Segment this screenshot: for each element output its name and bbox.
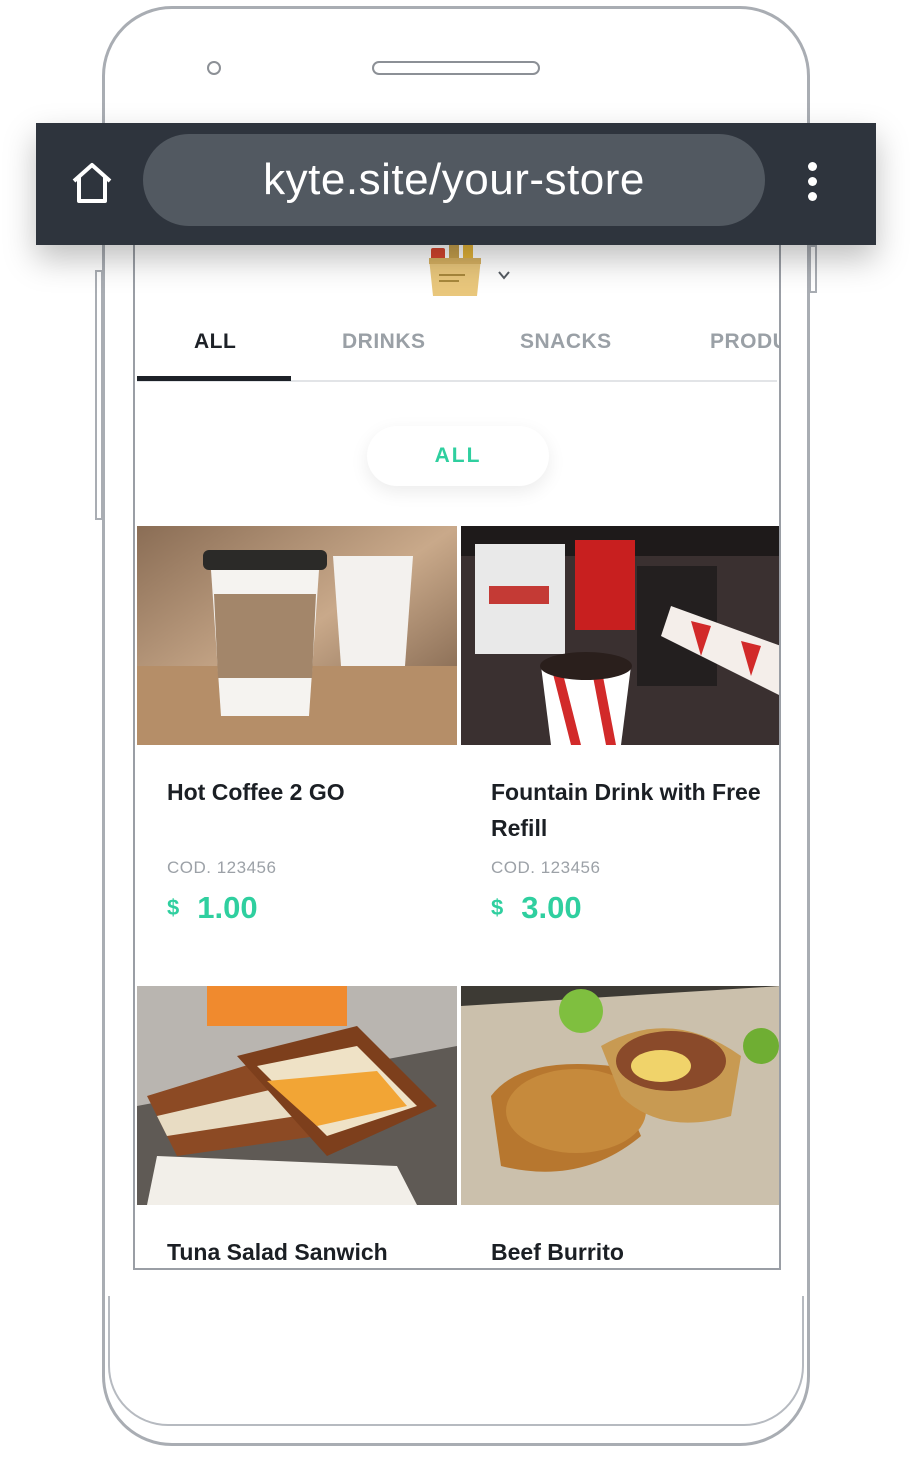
phone-speaker: [372, 61, 540, 75]
url-field[interactable]: kyte.site/your-store: [143, 134, 765, 226]
phone-side-button-right: [809, 245, 817, 293]
product-image-fountain-drink: [461, 526, 779, 745]
tab-drinks[interactable]: DRINKS: [342, 330, 426, 354]
price-amount: 1.00: [197, 890, 258, 925]
tab-snacks[interactable]: SNACKS: [520, 330, 612, 354]
category-tabs: ALL DRINKS SNACKS PRODU: [137, 300, 779, 382]
product-card[interactable]: Tuna Salad Sanwich: [137, 986, 457, 1268]
currency-symbol: $: [167, 895, 180, 920]
product-price: $1.00: [167, 890, 258, 926]
more-vertical-icon[interactable]: [802, 159, 822, 207]
product-image-beef-burrito: [461, 986, 779, 1205]
product-name: Hot Coffee 2 GO: [167, 779, 345, 805]
phone-bottom-bezel: [108, 1296, 804, 1426]
category-filter-chip[interactable]: ALL: [367, 426, 549, 486]
phone-side-button-left: [95, 270, 103, 520]
store-logo[interactable]: [427, 240, 497, 298]
product-image-coffee: [137, 526, 457, 745]
product-card[interactable]: Fountain Drink with Free Refill COD. 123…: [461, 526, 779, 966]
product-name: Fountain Drink with Free Refill: [491, 779, 761, 841]
browser-address-bar: kyte.site/your-store: [36, 123, 876, 245]
home-icon[interactable]: [68, 159, 116, 207]
product-code: COD. 123456: [167, 858, 277, 877]
grocery-bag-icon: [429, 242, 481, 296]
product-name: Tuna Salad Sanwich: [167, 1239, 388, 1265]
product-card[interactable]: Beef Burrito: [461, 986, 779, 1268]
chevron-down-icon[interactable]: [497, 268, 511, 282]
product-name: Beef Burrito: [491, 1239, 624, 1265]
currency-symbol: $: [491, 895, 504, 920]
product-price: $3.00: [491, 890, 582, 926]
product-code: COD. 123456: [491, 858, 601, 877]
price-amount: 3.00: [521, 890, 582, 925]
active-tab-indicator: [137, 376, 291, 381]
store-screen: ALL DRINKS SNACKS PRODU ALL Hot Coffee 2…: [133, 240, 781, 1270]
tab-products[interactable]: PRODU: [710, 330, 779, 354]
front-camera: [207, 61, 221, 75]
tab-all[interactable]: ALL: [194, 330, 236, 354]
product-card[interactable]: Hot Coffee 2 GO COD. 123456 $1.00: [137, 526, 457, 966]
product-image-tuna-sandwich: [137, 986, 457, 1205]
